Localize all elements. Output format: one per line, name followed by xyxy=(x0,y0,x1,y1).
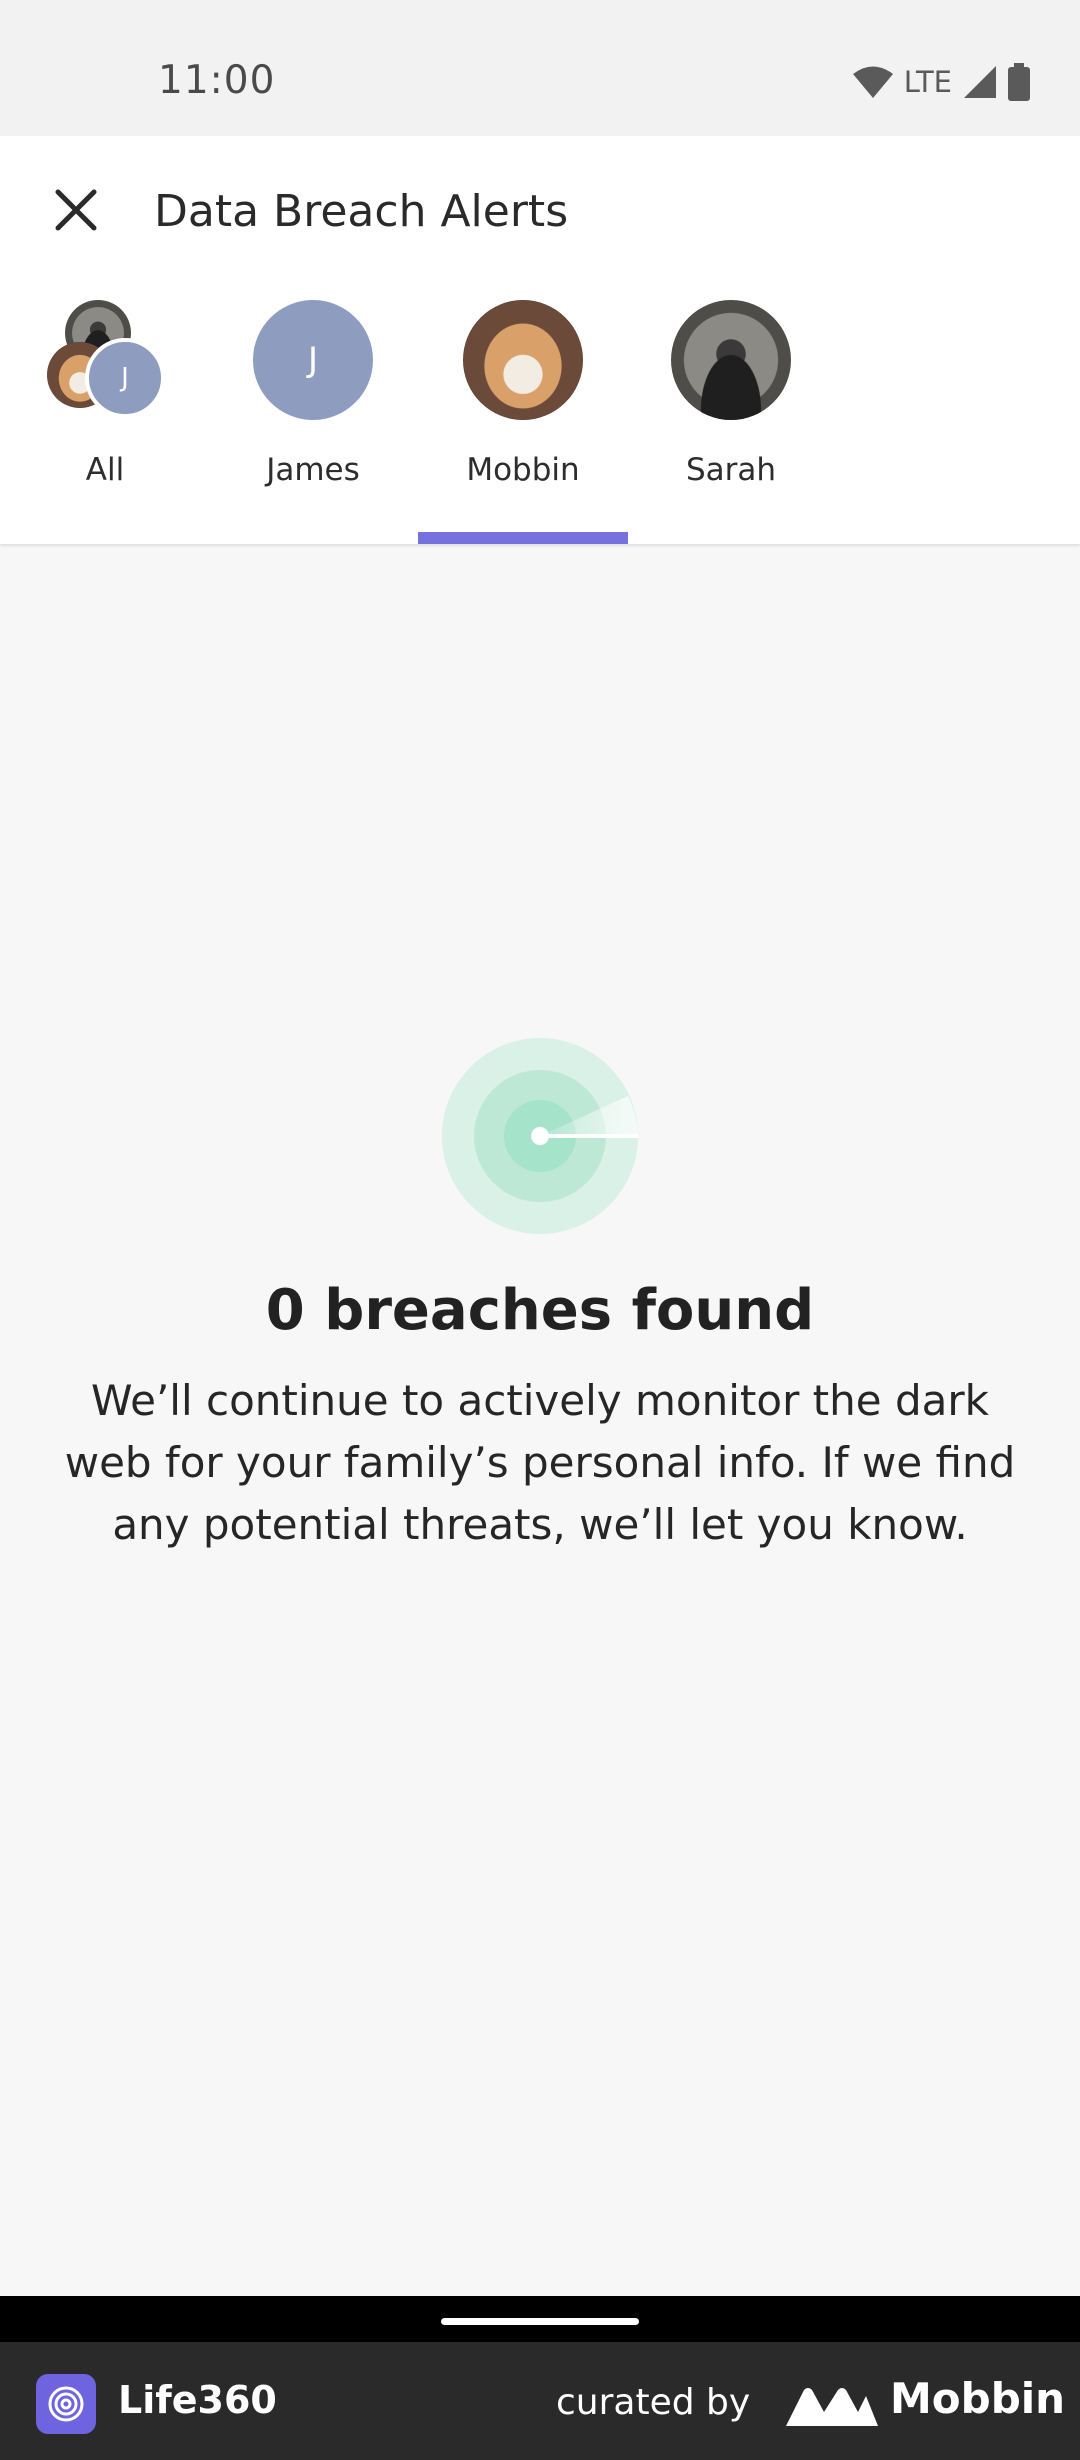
battery-icon xyxy=(1008,63,1030,101)
status-icons: LTE xyxy=(852,60,1030,104)
close-button[interactable] xyxy=(40,174,112,246)
footer-bar: Life360 curated by Mobbin xyxy=(0,2342,1080,2460)
avatar-mobbin xyxy=(463,300,583,420)
avatar-james: J xyxy=(253,300,373,420)
home-indicator[interactable] xyxy=(441,2318,639,2325)
avatar-wrapper xyxy=(671,300,791,420)
tab-mobbin[interactable]: Mobbin xyxy=(418,300,628,544)
page-title: Data Breach Alerts xyxy=(154,186,569,237)
avatar-wrapper xyxy=(463,300,583,420)
close-icon xyxy=(55,189,97,231)
app-name: Life360 xyxy=(118,2378,277,2422)
avatar-james-small: J xyxy=(85,338,165,418)
wifi-icon xyxy=(852,66,893,98)
tab-label-all: All xyxy=(85,452,125,488)
avatar-sarah xyxy=(671,300,791,420)
avatar-wrapper: J xyxy=(253,300,373,420)
empty-state-body: We’ll continue to actively monitor the d… xyxy=(64,1376,1016,1549)
radar-icon xyxy=(442,1038,638,1234)
group-avatar: J xyxy=(45,300,165,420)
tab-label-sarah: Sarah xyxy=(685,452,777,488)
tab-all[interactable]: J All xyxy=(0,300,210,544)
status-bar: 11:00 LTE xyxy=(0,0,1080,136)
tab-label-mobbin: Mobbin xyxy=(466,452,580,488)
navigation-bar xyxy=(0,2296,1080,2342)
status-time: 11:00 xyxy=(158,58,276,103)
network-type: LTE xyxy=(903,65,952,99)
header: Data Breach Alerts J All J James Mobbin … xyxy=(0,136,1080,544)
mobbin-logo-icon xyxy=(786,2388,878,2426)
curated-by-label: curated by xyxy=(556,2382,751,2423)
selected-tab-indicator xyxy=(418,532,628,544)
mobbin-brand-name: Mobbin xyxy=(890,2374,1066,2423)
tab-sarah[interactable]: Sarah xyxy=(626,300,836,544)
tab-james[interactable]: J James xyxy=(208,300,418,544)
empty-state-title: 0 breaches found xyxy=(265,1278,815,1343)
signal-icon xyxy=(964,66,996,98)
tab-label-james: James xyxy=(266,452,360,488)
life360-logo-icon xyxy=(36,2374,96,2434)
